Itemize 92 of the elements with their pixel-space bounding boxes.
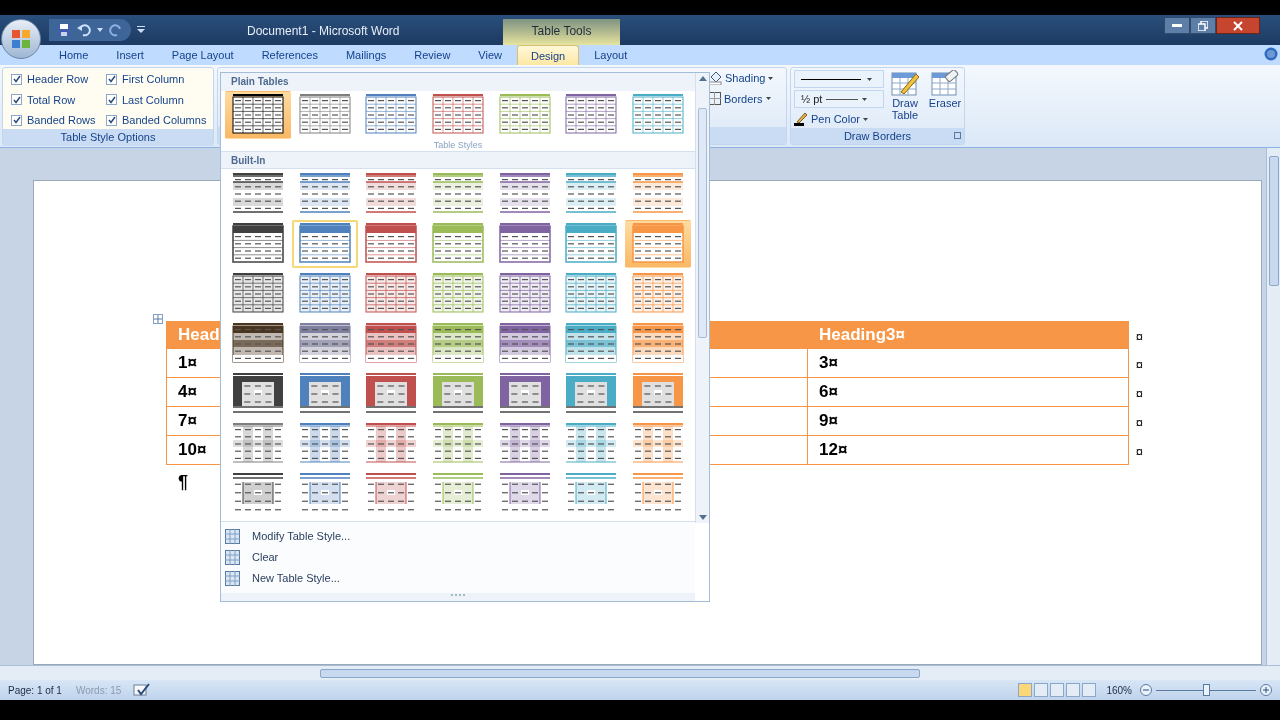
section-header: Built-In bbox=[221, 151, 695, 169]
minimize-button[interactable] bbox=[1164, 17, 1190, 34]
end-of-row-mark: ¤ bbox=[1135, 443, 1143, 461]
ribbon-tab[interactable]: References bbox=[248, 45, 331, 65]
table-style-icon bbox=[225, 550, 240, 565]
redo-icon[interactable] bbox=[109, 23, 123, 37]
dialog-launcher-icon[interactable] bbox=[954, 132, 961, 140]
group-label: Table Styles bbox=[432, 139, 484, 151]
customize-toolbar-icon[interactable] bbox=[137, 26, 145, 34]
dropdown-arrow-icon[interactable] bbox=[97, 28, 103, 32]
checkbox-option[interactable]: Last Column bbox=[106, 91, 216, 108]
table-cell: 3¤ bbox=[807, 349, 1129, 378]
page-count[interactable]: Page: 1 of 1 bbox=[8, 682, 62, 698]
contextual-tab-label: Table Tools bbox=[503, 19, 620, 45]
table-style-icon bbox=[225, 571, 240, 586]
ribbon-tab[interactable]: Design bbox=[517, 45, 580, 65]
table-style-thumbnail[interactable] bbox=[291, 220, 358, 268]
ribbon-tab[interactable]: Mailings bbox=[332, 45, 400, 65]
eraser-button[interactable]: Eraser bbox=[926, 70, 964, 128]
table-style-icon bbox=[225, 529, 240, 544]
table-cell: Heading3¤ bbox=[807, 321, 1129, 349]
checkbox[interactable] bbox=[11, 94, 22, 106]
end-of-row-mark: ¤ bbox=[1135, 385, 1143, 403]
office-logo-icon bbox=[10, 28, 32, 50]
resize-grip-icon[interactable] bbox=[450, 593, 466, 597]
zoom-slider[interactable] bbox=[1156, 684, 1256, 696]
dropdown-arrow-icon bbox=[862, 117, 868, 121]
ribbon-tab[interactable]: Layout bbox=[581, 45, 641, 65]
table-move-handle-icon[interactable] bbox=[153, 314, 163, 324]
ribbon-tab[interactable]: Page Layout bbox=[158, 45, 247, 65]
checkbox[interactable] bbox=[106, 114, 117, 126]
end-of-row-mark: ¤ bbox=[1135, 414, 1143, 432]
table-style-thumbnail[interactable] bbox=[225, 91, 292, 139]
group-label: Table Style Options bbox=[3, 128, 213, 146]
table-cell: 6¤ bbox=[807, 378, 1129, 407]
end-of-row-mark: ¤ bbox=[1135, 356, 1143, 374]
checkbox-option[interactable]: Total Row bbox=[11, 91, 106, 108]
draw-table-button[interactable]: Draw Table bbox=[888, 70, 922, 128]
checkbox-option[interactable]: Banded Columns bbox=[106, 112, 216, 129]
proofing-icon[interactable] bbox=[133, 683, 152, 697]
scroll-down-icon bbox=[698, 515, 707, 520]
menu-item[interactable]: Modify Table Style... bbox=[221, 526, 695, 547]
table-style-thumbnail[interactable] bbox=[624, 220, 691, 268]
checkbox[interactable] bbox=[11, 114, 22, 126]
horizontal-scrollbar[interactable] bbox=[0, 665, 1280, 680]
restore-button[interactable] bbox=[1190, 17, 1216, 34]
zoom-in-icon[interactable] bbox=[1260, 684, 1272, 696]
vertical-scrollbar[interactable] bbox=[1266, 148, 1280, 665]
pen-color-button[interactable]: Pen Color bbox=[794, 111, 884, 128]
ribbon-tab[interactable]: Review bbox=[401, 45, 464, 65]
window-title: Document1 - Microsoft Word bbox=[247, 23, 400, 40]
close-icon bbox=[1233, 20, 1243, 31]
undo-icon[interactable] bbox=[77, 23, 91, 37]
checkbox-option[interactable]: First Column bbox=[106, 71, 216, 88]
group-label: Draw Borders bbox=[843, 128, 912, 144]
ribbon-tab[interactable]: Insert bbox=[103, 45, 157, 65]
ribbon-tab[interactable]: View bbox=[465, 45, 515, 65]
zoom-out-icon[interactable] bbox=[1140, 684, 1152, 696]
save-icon[interactable] bbox=[57, 23, 71, 37]
paragraph-mark: ¶ bbox=[177, 471, 188, 494]
table-cell: 12¤ bbox=[807, 436, 1129, 465]
checkbox[interactable] bbox=[106, 73, 117, 85]
table-cell: 9¤ bbox=[807, 407, 1129, 436]
dropdown-arrow-icon bbox=[768, 76, 774, 80]
office-button[interactable] bbox=[1, 19, 41, 59]
end-of-row-mark: ¤ bbox=[1135, 328, 1143, 346]
borders-button[interactable]: Borders bbox=[708, 90, 778, 107]
zoom-level[interactable]: 160% bbox=[1106, 682, 1132, 698]
line-style-dropdown[interactable] bbox=[794, 70, 884, 88]
pen-icon bbox=[794, 112, 808, 127]
checkbox[interactable] bbox=[106, 94, 117, 106]
restore-icon bbox=[1198, 20, 1208, 31]
close-button[interactable] bbox=[1216, 17, 1260, 34]
zoom-slider-thumb[interactable] bbox=[1202, 684, 1210, 696]
dropdown-arrow-icon bbox=[765, 97, 771, 101]
help-icon[interactable] bbox=[1264, 47, 1278, 61]
line-weight-dropdown[interactable]: ½ pt bbox=[794, 90, 884, 108]
scroll-up-icon bbox=[698, 76, 707, 81]
checkbox-option[interactable]: Banded Rows bbox=[11, 112, 106, 129]
checkbox[interactable] bbox=[11, 73, 22, 85]
eraser-table-icon bbox=[931, 70, 959, 96]
dropdown-arrow-icon bbox=[862, 97, 868, 101]
menu-item[interactable]: Clear bbox=[221, 547, 695, 568]
shading-button[interactable]: Shading bbox=[708, 70, 778, 87]
ribbon-tab[interactable]: Home bbox=[46, 45, 102, 65]
dropdown-arrow-icon bbox=[867, 77, 872, 81]
checkbox-option[interactable]: Header Row bbox=[11, 71, 106, 88]
pencil-table-icon bbox=[891, 70, 919, 96]
gallery-scrollbar[interactable] bbox=[695, 73, 709, 523]
section-header: Plain Tables bbox=[221, 73, 695, 91]
menu-item[interactable]: New Table Style... bbox=[221, 568, 695, 589]
minimize-icon bbox=[1172, 24, 1182, 27]
